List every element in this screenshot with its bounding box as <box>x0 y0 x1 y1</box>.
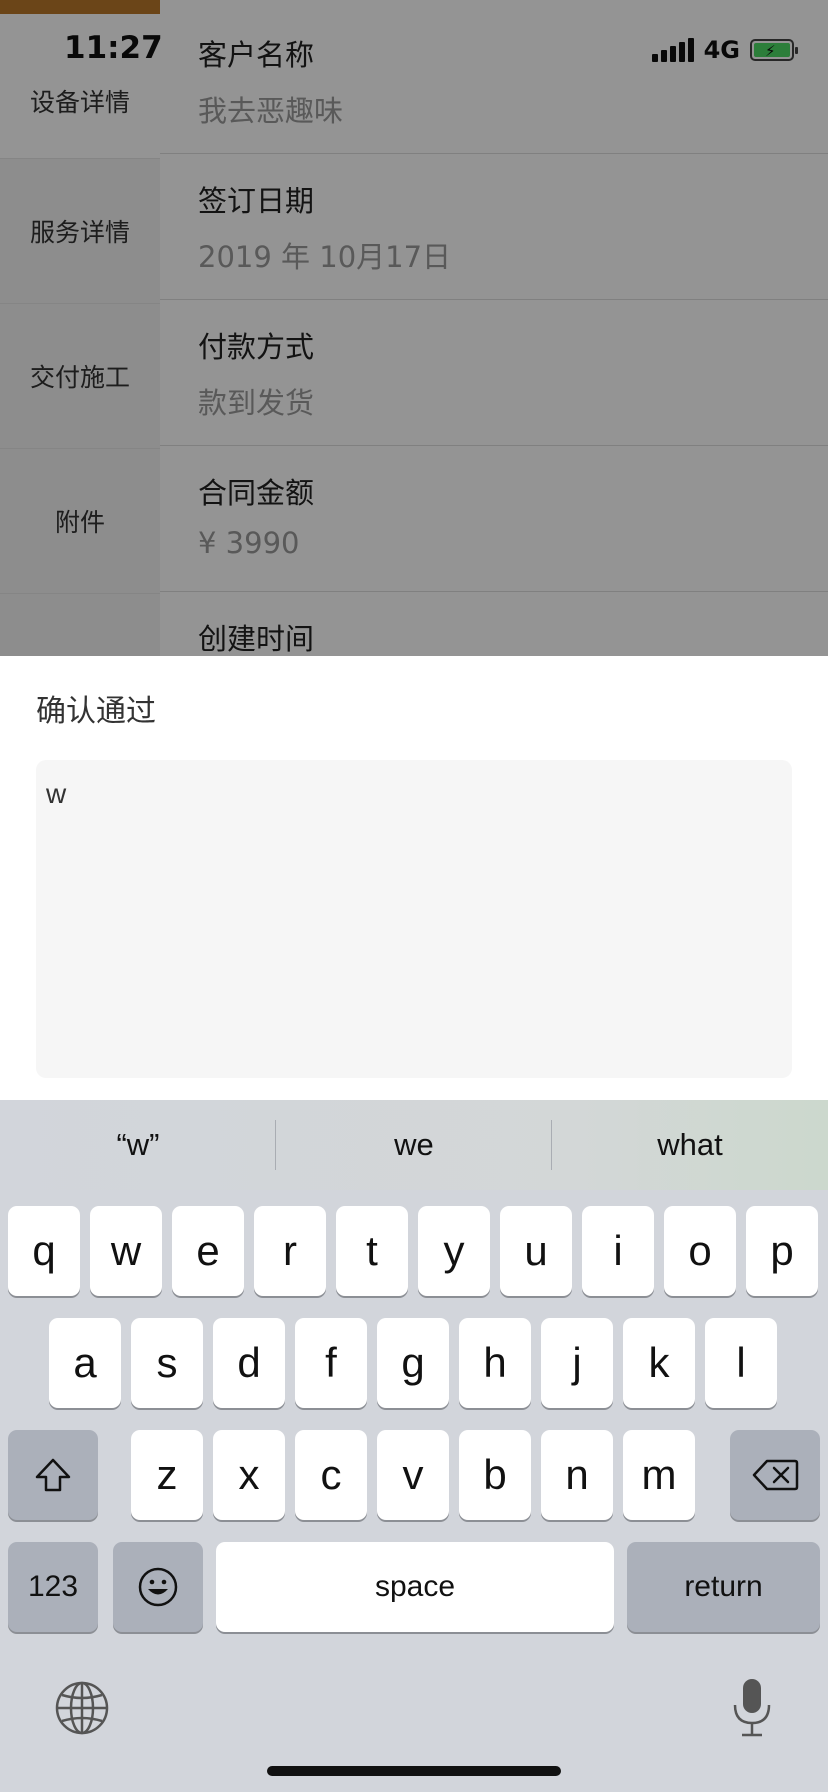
microphone-key[interactable] <box>722 1674 782 1740</box>
key-u[interactable]: u <box>500 1206 572 1296</box>
key-k[interactable]: k <box>623 1318 695 1408</box>
key-l[interactable]: l <box>705 1318 777 1408</box>
suggestion-3[interactable]: what <box>552 1100 828 1190</box>
key-x[interactable]: x <box>213 1430 285 1520</box>
key-n[interactable]: n <box>541 1430 613 1520</box>
key-s[interactable]: s <box>131 1318 203 1408</box>
key-m[interactable]: m <box>623 1430 695 1520</box>
key-e[interactable]: e <box>172 1206 244 1296</box>
key-q[interactable]: q <box>8 1206 80 1296</box>
key-o[interactable]: o <box>664 1206 736 1296</box>
key-j[interactable]: j <box>541 1318 613 1408</box>
key-p[interactable]: p <box>746 1206 818 1296</box>
key-y[interactable]: y <box>418 1206 490 1296</box>
numbers-key[interactable]: 123 <box>8 1542 98 1632</box>
key-h[interactable]: h <box>459 1318 531 1408</box>
emoji-icon <box>138 1567 178 1607</box>
key-z[interactable]: z <box>131 1430 203 1520</box>
globe-key[interactable] <box>52 1678 112 1738</box>
microphone-icon <box>733 1679 771 1737</box>
backspace-icon <box>752 1459 799 1491</box>
key-b[interactable]: b <box>459 1430 531 1520</box>
keyboard: “w” we what q w e r t y u i o p a s d f … <box>0 1100 828 1792</box>
key-a[interactable]: a <box>49 1318 121 1408</box>
emoji-key[interactable] <box>113 1542 203 1632</box>
key-f[interactable]: f <box>295 1318 367 1408</box>
key-w[interactable]: w <box>90 1206 162 1296</box>
modal-overlay[interactable] <box>0 0 828 656</box>
suggestion-bar: “w” we what <box>0 1100 828 1190</box>
home-indicator <box>267 1766 561 1776</box>
shift-icon <box>35 1458 71 1492</box>
space-key[interactable]: space <box>216 1542 614 1632</box>
key-c[interactable]: c <box>295 1430 367 1520</box>
key-r[interactable]: r <box>254 1206 326 1296</box>
key-i[interactable]: i <box>582 1206 654 1296</box>
key-d[interactable]: d <box>213 1318 285 1408</box>
globe-icon <box>55 1681 109 1735</box>
shift-key[interactable] <box>8 1430 98 1520</box>
comment-textarea[interactable]: w <box>36 760 792 1078</box>
return-key[interactable]: return <box>627 1542 820 1632</box>
suggestion-1[interactable]: “w” <box>0 1100 276 1190</box>
backspace-key[interactable] <box>730 1430 820 1520</box>
key-t[interactable]: t <box>336 1206 408 1296</box>
dialog-title: 确认通过 <box>36 694 156 729</box>
key-g[interactable]: g <box>377 1318 449 1408</box>
suggestion-2[interactable]: we <box>276 1100 552 1190</box>
confirm-dialog: 确认通过 w <box>0 656 828 1100</box>
key-v[interactable]: v <box>377 1430 449 1520</box>
